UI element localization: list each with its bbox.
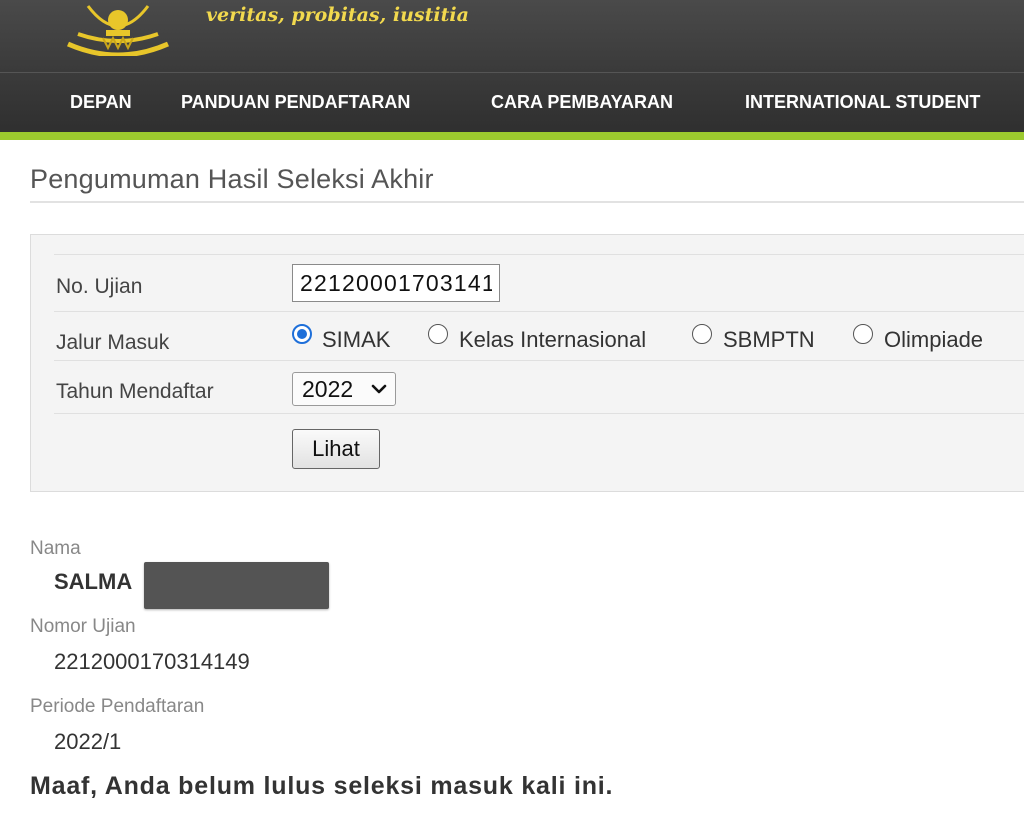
nomor-ujian-label: Nomor Ujian [30, 616, 136, 637]
tahun-mendaftar-value: 2022 [302, 376, 354, 402]
result-message: Maaf, Anda belum lulus seleksi masuk kal… [30, 772, 614, 800]
radio-kelas-internasional-label: Kelas Internasional [459, 327, 647, 352]
nama-label: Nama [30, 538, 81, 559]
university-logo-icon[interactable] [48, 0, 188, 56]
radio-sbmptn-label: SBMPTN [723, 327, 815, 352]
chevron-down-icon [371, 384, 387, 394]
page-title: Pengumuman Hasil Seleksi Akhir [30, 164, 434, 194]
nav-accent-stripe [0, 132, 1024, 140]
nav-item-cara-pembayaran[interactable]: CARA PEMBAYARAN [491, 92, 673, 113]
search-form-panel [30, 234, 1024, 492]
radio-simak-label: SIMAK [322, 327, 391, 352]
nama-value: SALMA [54, 569, 133, 594]
site-header: veritas, probitas, iustitia [0, 0, 1024, 72]
title-divider [30, 201, 1024, 203]
site-tagline: veritas, probitas, iustitia [206, 4, 469, 26]
radio-simak-checked-icon[interactable] [292, 324, 312, 344]
nav-item-depan[interactable]: DEPAN [70, 92, 132, 113]
jalur-masuk-label: Jalur Masuk [56, 331, 170, 354]
main-nav: DEPAN PANDUAN PENDAFTARAN CARA PEMBAYARA… [0, 72, 1024, 133]
periode-pendaftaran-label: Periode Pendaftaran [30, 696, 205, 717]
form-row-divider [54, 413, 1024, 414]
periode-pendaftaran-value: 2022/1 [54, 729, 122, 754]
form-row-divider [54, 254, 1024, 255]
radio-olimpiade-icon[interactable] [853, 324, 873, 344]
form-row-divider [54, 360, 1024, 361]
radio-sbmptn-icon[interactable] [692, 324, 712, 344]
redaction-block [144, 562, 329, 609]
form-row-divider [54, 311, 1024, 312]
radio-olimpiade-label: Olimpiade [884, 327, 984, 352]
nav-item-panduan-pendaftaran[interactable]: PANDUAN PENDAFTARAN [181, 92, 410, 113]
radio-kelas-internasional-icon[interactable] [428, 324, 448, 344]
lihat-button[interactable]: Lihat [292, 429, 380, 469]
no-ujian-input[interactable] [292, 264, 500, 302]
nav-item-international-student[interactable]: INTERNATIONAL STUDENT [745, 92, 980, 113]
nomor-ujian-value: 2212000170314149 [54, 649, 250, 674]
no-ujian-label: No. Ujian [56, 275, 143, 298]
tahun-mendaftar-label: Tahun Mendaftar [56, 380, 214, 403]
tahun-mendaftar-select[interactable]: 2022 [292, 372, 396, 406]
